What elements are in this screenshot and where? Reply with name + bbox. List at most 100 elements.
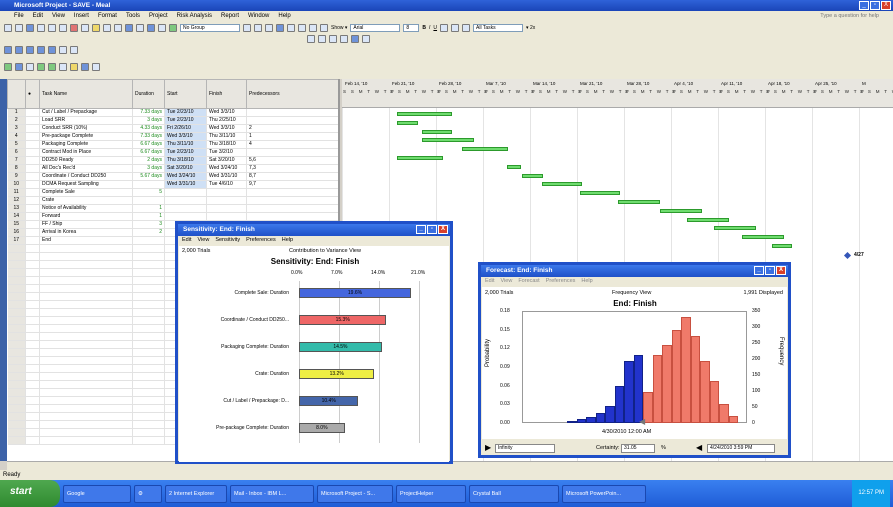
define-assumption-icon[interactable]: [4, 63, 12, 71]
gantt-bar[interactable]: [580, 191, 620, 196]
cell-name[interactable]: Arrival in Korea: [39, 228, 133, 237]
cell-indicator[interactable]: [25, 148, 40, 157]
cell-duration[interactable]: 6.67 days: [132, 140, 165, 149]
cell-start[interactable]: [164, 212, 207, 221]
cell-pred[interactable]: 5,6: [246, 156, 338, 165]
start-button[interactable]: start: [0, 480, 60, 507]
cell-start[interactable]: Wed 3/24/10: [164, 172, 207, 181]
cell-pred[interactable]: 9,7: [246, 180, 338, 189]
empty-cell[interactable]: [132, 316, 165, 325]
menu-edit[interactable]: Edit: [485, 278, 494, 285]
view-calendar-icon[interactable]: [26, 45, 34, 54]
col-id[interactable]: [7, 79, 26, 109]
empty-cell[interactable]: [132, 244, 165, 253]
empty-cell[interactable]: [7, 356, 26, 365]
cell-duration[interactable]: 3 days: [132, 116, 165, 125]
plus-icon[interactable]: [309, 23, 317, 32]
sensitivity-bar[interactable]: 13.2%: [299, 369, 375, 379]
empty-cell[interactable]: [7, 260, 26, 269]
taskbar-item[interactable]: ProjectHelper: [396, 484, 466, 503]
empty-cell[interactable]: [132, 340, 165, 349]
close-button[interactable]: X: [881, 1, 891, 10]
text-box-icon[interactable]: [351, 34, 359, 43]
table-row[interactable]: 8 All Doc's Rec'd 3 days Sat 3/20/10 Wed 3/2…: [7, 164, 338, 173]
cell-finish[interactable]: Tue 3/2/10: [206, 148, 247, 157]
cell-finish[interactable]: [206, 188, 247, 197]
menu-insert[interactable]: Insert: [74, 13, 89, 20]
table-row[interactable]: 9 Coordinate / Conduct DD250 5.67 days Wed …: [7, 172, 338, 181]
left-value-input[interactable]: Infinity: [495, 444, 555, 453]
cell-finish[interactable]: [206, 212, 247, 221]
empty-cell[interactable]: [39, 316, 133, 325]
empty-cell[interactable]: [7, 276, 26, 285]
cell-indicator[interactable]: [25, 220, 40, 229]
cell-indicator[interactable]: [25, 228, 40, 237]
cell-pred[interactable]: 1: [246, 132, 338, 141]
empty-cell[interactable]: [7, 412, 26, 421]
zoom-in-icon[interactable]: [243, 23, 251, 32]
empty-cell[interactable]: [7, 308, 26, 317]
empty-cell[interactable]: [39, 428, 133, 437]
sensitivity-bar[interactable]: 15.3%: [299, 315, 387, 325]
cell-duration[interactable]: 7.33 days: [132, 108, 165, 117]
cell-start[interactable]: Tue 2/23/10: [164, 116, 207, 125]
table-row[interactable]: 12 Crate: [7, 196, 338, 205]
empty-cell[interactable]: [132, 428, 165, 437]
show-dropdown[interactable]: Show ▾: [331, 25, 347, 31]
gantt-bar[interactable]: [542, 182, 582, 187]
cell-name[interactable]: Contract Mod in Place: [39, 148, 133, 157]
print-icon[interactable]: [37, 23, 45, 32]
copy-picture-icon[interactable]: [276, 23, 284, 32]
select-icon[interactable]: [26, 63, 34, 71]
zoom-out-icon[interactable]: [254, 23, 262, 32]
undo-icon[interactable]: [103, 23, 111, 32]
cell-pred[interactable]: 2: [246, 124, 338, 133]
cell-pred[interactable]: [246, 212, 338, 221]
cell-finish[interactable]: [206, 196, 247, 205]
empty-cell[interactable]: [25, 428, 40, 437]
menu-tools[interactable]: Tools: [126, 13, 140, 20]
cell-finish[interactable]: Thu 3/11/10: [206, 132, 247, 141]
cell-pred[interactable]: [246, 108, 338, 117]
empty-cell[interactable]: [39, 404, 133, 413]
cell-name[interactable]: Packaging Complete: [39, 140, 133, 149]
cell-start[interactable]: [164, 204, 207, 213]
cell-id[interactable]: 12: [7, 196, 26, 205]
cell-name[interactable]: Forward: [39, 212, 133, 221]
cell-indicator[interactable]: [25, 172, 40, 181]
font-size-combo[interactable]: 8: [403, 23, 420, 32]
empty-cell[interactable]: [25, 372, 40, 381]
bold-button[interactable]: B: [422, 25, 426, 31]
cell-indicator[interactable]: [25, 180, 40, 189]
cell-id[interactable]: 3: [7, 124, 26, 133]
reset-icon[interactable]: [59, 63, 67, 71]
cell-name[interactable]: All Doc's Rec'd: [39, 164, 133, 173]
empty-cell[interactable]: [132, 276, 165, 285]
table-row[interactable]: 14 Forward 1: [7, 212, 338, 221]
cell-id[interactable]: 8: [7, 164, 26, 173]
tools-icon[interactable]: [92, 63, 100, 71]
gantt-bar[interactable]: [714, 226, 756, 231]
cell-pred[interactable]: [246, 148, 338, 157]
align-center-icon[interactable]: [451, 23, 460, 32]
cell-name[interactable]: Load SRR: [39, 116, 133, 125]
back-arrow-icon[interactable]: [287, 23, 295, 32]
empty-cell[interactable]: [39, 412, 133, 421]
menu-window[interactable]: Window: [248, 13, 269, 20]
step-icon[interactable]: [48, 63, 56, 71]
new-icon[interactable]: [4, 23, 12, 32]
empty-cell[interactable]: [25, 396, 40, 405]
gantt-bar[interactable]: [397, 156, 443, 160]
cell-start[interactable]: Wed 3/31/10: [164, 180, 207, 189]
cell-name[interactable]: End: [39, 236, 133, 245]
menu-view[interactable]: View: [197, 237, 209, 244]
empty-cell[interactable]: [132, 356, 165, 365]
cell-start[interactable]: Tue 2/23/10: [164, 108, 207, 117]
empty-cell[interactable]: [25, 260, 40, 269]
assign-icon[interactable]: [169, 23, 177, 32]
table-row[interactable]: 10 DCMA Request Sampling Wed 3/31/10 Tue 4/…: [7, 180, 338, 189]
cell-start[interactable]: [164, 196, 207, 205]
cell-duration[interactable]: 4.33 days: [132, 124, 165, 133]
preview-icon[interactable]: [48, 23, 56, 32]
cell-duration[interactable]: 1: [132, 204, 165, 213]
